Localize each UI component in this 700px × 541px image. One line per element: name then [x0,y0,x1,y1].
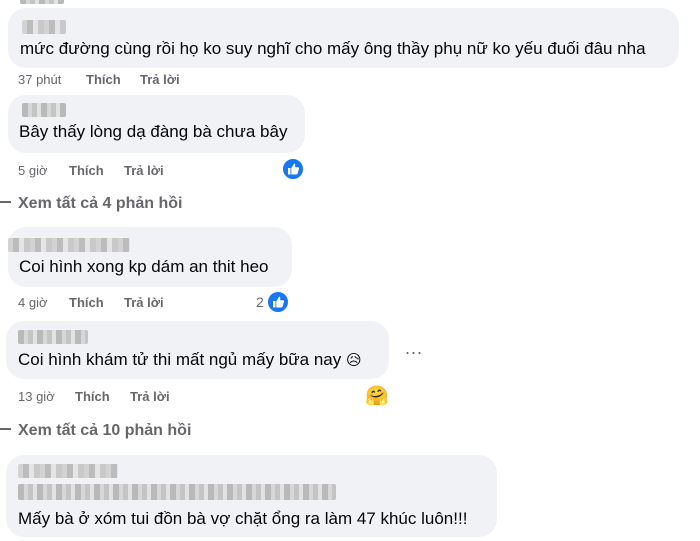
like-reaction-icon[interactable] [266,290,290,314]
view-all-replies-link[interactable]: Xem tất cả 4 phản hồi [0,195,182,213]
reaction-count[interactable]: 2 [256,294,264,310]
like-reaction-icon[interactable] [281,157,305,181]
reply-button[interactable]: Trả lời [140,72,180,87]
like-button[interactable]: Thích [69,295,104,310]
comment-text: Bây thấy lòng dạ đàng bà chưa bây [19,122,288,141]
comment-text: Mấy bà ở xóm tui đồn bà vợ chặt ổng ra l… [18,509,468,528]
author-name-blurred[interactable] [22,103,66,117]
comment-text: Coi hình xong kp dám an thit heo [19,257,269,276]
like-button[interactable]: Thích [86,72,121,87]
reply-arrow-icon [0,428,11,430]
comment-bubble: Coi hình xong kp dám an thit heo [8,227,292,287]
comment-bubble: mức đường cùng rồi họ ko suy nghĩ cho mấ… [8,8,679,68]
sad-emoji-icon: 😥 [345,352,362,369]
comment-bubble: Bây thấy lòng dạ đàng bà chưa bây [8,95,305,153]
reply-button[interactable]: Trả lời [124,295,164,310]
like-button[interactable]: Thích [75,389,110,404]
comment-timestamp[interactable]: 37 phút [18,72,61,87]
comment-timestamp[interactable]: 13 giờ [18,389,55,404]
more-options-icon[interactable]: ... [405,338,423,359]
author-name-blurred[interactable] [18,464,118,478]
reply-button[interactable]: Trả lời [124,163,164,178]
comment-timestamp[interactable]: 5 giờ [18,163,48,178]
author-name-blurred[interactable] [20,0,64,4]
hug-reaction-icon[interactable]: 🤗 [365,384,389,408]
blurred-tag-text [18,484,336,500]
like-button[interactable]: Thích [69,163,104,178]
comment-bubble: Coi hình khám tử thi mất ngủ mấy bữa nay… [6,321,389,379]
comment-timestamp[interactable]: 4 giờ [18,295,48,310]
author-name-blurred[interactable] [18,330,88,344]
author-name-blurred[interactable] [22,20,66,34]
comment-bubble: Mấy bà ở xóm tui đồn bà vợ chặt ổng ra l… [6,455,497,537]
comment-text: mức đường cùng rồi họ ko suy nghĩ cho mấ… [20,39,646,58]
comment-text: Coi hình khám tử thi mất ngủ mấy bữa nay… [18,350,362,369]
view-all-replies-link[interactable]: Xem tất cả 10 phản hồi [0,422,191,440]
reply-button[interactable]: Trả lời [130,389,170,404]
reply-arrow-icon [0,201,11,203]
author-name-blurred[interactable] [8,238,130,252]
